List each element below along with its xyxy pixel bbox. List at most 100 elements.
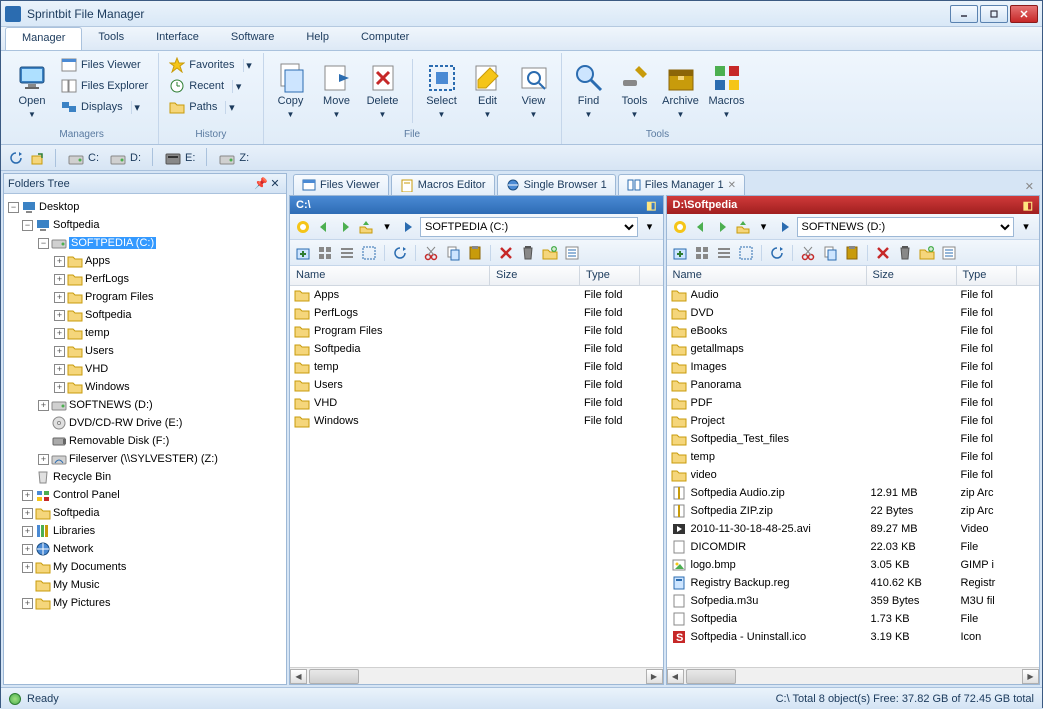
- close-tab-icon[interactable]: ✕: [728, 180, 736, 191]
- file-row[interactable]: PDFFile fol: [667, 394, 1040, 412]
- tree-node-desktop[interactable]: −Desktop: [8, 198, 282, 216]
- collapse-icon[interactable]: −: [38, 238, 49, 249]
- tree-node-vhd[interactable]: +VHD: [8, 360, 282, 378]
- new-folder-icon[interactable]: [541, 244, 559, 262]
- tree-node-my-documents[interactable]: +My Documents: [8, 558, 282, 576]
- paths-button[interactable]: Paths▾: [165, 97, 256, 117]
- expand-icon[interactable]: +: [54, 310, 65, 321]
- displays-button[interactable]: Displays▾: [57, 97, 152, 117]
- expand-icon[interactable]: +: [22, 598, 33, 609]
- column-header-type[interactable]: Type: [957, 266, 1017, 285]
- paste-icon[interactable]: [843, 244, 861, 262]
- file-row[interactable]: DICOMDIR22.03 KBFile: [667, 538, 1040, 556]
- delete-icon[interactable]: [874, 244, 892, 262]
- expand-icon[interactable]: +: [54, 292, 65, 303]
- copy-icon[interactable]: [444, 244, 462, 262]
- column-header-size[interactable]: Size: [490, 266, 580, 285]
- shortcut-icon[interactable]: [29, 149, 47, 167]
- chevron-down-icon[interactable]: ▾: [641, 218, 659, 236]
- doc-tab-files-manager-1[interactable]: Files Manager 1✕: [618, 174, 745, 195]
- tree-node-network[interactable]: +Network: [8, 540, 282, 558]
- home-icon[interactable]: [294, 218, 312, 236]
- doc-tab-single-browser-1[interactable]: Single Browser 1: [497, 174, 616, 195]
- tree-node-dvd-e[interactable]: DVD/CD-RW Drive (E:): [8, 414, 282, 432]
- collapse-icon[interactable]: −: [22, 220, 33, 231]
- thumbnails-icon[interactable]: [316, 244, 334, 262]
- refresh-icon[interactable]: [7, 149, 25, 167]
- close-button[interactable]: [1010, 5, 1038, 23]
- menu-tab-tools[interactable]: Tools: [82, 27, 140, 50]
- properties-icon[interactable]: [940, 244, 958, 262]
- file-row[interactable]: Softpedia ZIP.zip22 Byteszip Arc: [667, 502, 1040, 520]
- expand-icon[interactable]: +: [54, 274, 65, 285]
- expand-icon[interactable]: +: [54, 364, 65, 375]
- copy-button[interactable]: Copy▼: [270, 55, 312, 127]
- file-row[interactable]: WindowsFile fold: [290, 412, 663, 430]
- list-icon[interactable]: [715, 244, 733, 262]
- column-header-name[interactable]: Name: [667, 266, 867, 285]
- drive-button-z[interactable]: Z:: [215, 148, 252, 168]
- macros-button[interactable]: Macros▼: [706, 55, 748, 127]
- column-header-type[interactable]: Type: [580, 266, 640, 285]
- tree-node-softpedia[interactable]: +Softpedia: [8, 306, 282, 324]
- column-header-name[interactable]: Name: [290, 266, 490, 285]
- delete-button[interactable]: Delete▼: [362, 55, 404, 127]
- file-row[interactable]: tempFile fold: [290, 358, 663, 376]
- archive-button[interactable]: Archive▼: [660, 55, 702, 127]
- trash-icon[interactable]: [896, 244, 914, 262]
- go-icon[interactable]: [776, 218, 794, 236]
- select-button[interactable]: Select▼: [421, 55, 463, 127]
- paste-icon[interactable]: [466, 244, 484, 262]
- tree-node-perflogs[interactable]: +PerfLogs: [8, 270, 282, 288]
- pin-icon[interactable]: 📌: [254, 177, 268, 190]
- new-folder-icon[interactable]: [918, 244, 936, 262]
- doc-tab-macros-editor[interactable]: Macros Editor: [391, 174, 495, 195]
- folders-tree[interactable]: −Desktop−Softpedia−SOFTPEDIA (C:)+Apps+P…: [4, 194, 286, 684]
- file-row[interactable]: eBooksFile fol: [667, 322, 1040, 340]
- chevron-down-icon[interactable]: ▾: [232, 80, 242, 93]
- file-row[interactable]: SSoftpedia - Uninstall.ico3.19 KBIcon: [667, 628, 1040, 646]
- tree-node-program-files[interactable]: +Program Files: [8, 288, 282, 306]
- forward-icon[interactable]: [336, 218, 354, 236]
- menu-tab-interface[interactable]: Interface: [140, 27, 215, 50]
- find-button[interactable]: Find▼: [568, 55, 610, 127]
- expand-icon[interactable]: +: [54, 382, 65, 393]
- drive-button-c[interactable]: C:: [64, 148, 102, 168]
- tree-node-fileserver[interactable]: +Fileserver (\\SYLVESTER) (Z:): [8, 450, 282, 468]
- tree-node-control-panel[interactable]: +Control Panel: [8, 486, 282, 504]
- tree-node-apps[interactable]: +Apps: [8, 252, 282, 270]
- copy-icon[interactable]: [821, 244, 839, 262]
- file-row[interactable]: ProjectFile fol: [667, 412, 1040, 430]
- trash-icon[interactable]: [519, 244, 537, 262]
- tree-node-my-pictures[interactable]: +My Pictures: [8, 594, 282, 612]
- column-header-size[interactable]: Size: [867, 266, 957, 285]
- doc-tab-files-viewer[interactable]: Files Viewer: [293, 174, 389, 195]
- expand-icon[interactable]: +: [54, 346, 65, 357]
- properties-icon[interactable]: [563, 244, 581, 262]
- file-row[interactable]: videoFile fol: [667, 466, 1040, 484]
- refresh-icon[interactable]: [768, 244, 786, 262]
- file-row[interactable]: Program FilesFile fold: [290, 322, 663, 340]
- file-row[interactable]: UsersFile fold: [290, 376, 663, 394]
- file-row[interactable]: PerfLogsFile fold: [290, 304, 663, 322]
- forward-icon[interactable]: [713, 218, 731, 236]
- file-row[interactable]: Softpedia1.73 KBFile: [667, 610, 1040, 628]
- menu-tab-computer[interactable]: Computer: [345, 27, 425, 50]
- file-row[interactable]: Registry Backup.reg410.62 KBRegistr: [667, 574, 1040, 592]
- collapse-icon[interactable]: −: [8, 202, 19, 213]
- expand-icon[interactable]: +: [22, 562, 33, 573]
- tree-node-softpedia-folder[interactable]: +Softpedia: [8, 504, 282, 522]
- tree-node-my-music[interactable]: My Music: [8, 576, 282, 594]
- close-panel-icon[interactable]: ✕: [268, 177, 282, 190]
- right-list-header[interactable]: NameSizeType: [667, 266, 1040, 286]
- refresh-icon[interactable]: [391, 244, 409, 262]
- tree-node-recycle-bin[interactable]: Recycle Bin: [8, 468, 282, 486]
- file-row[interactable]: ImagesFile fol: [667, 358, 1040, 376]
- chevron-down-icon[interactable]: ▾: [131, 101, 141, 114]
- view-button[interactable]: View▼: [513, 55, 555, 127]
- maximize-button[interactable]: [980, 5, 1008, 23]
- tree-node-windows[interactable]: +Windows: [8, 378, 282, 396]
- expand-icon[interactable]: +: [22, 544, 33, 555]
- tree-node-users[interactable]: +Users: [8, 342, 282, 360]
- tree-node-softnews-d[interactable]: +SOFTNEWS (D:): [8, 396, 282, 414]
